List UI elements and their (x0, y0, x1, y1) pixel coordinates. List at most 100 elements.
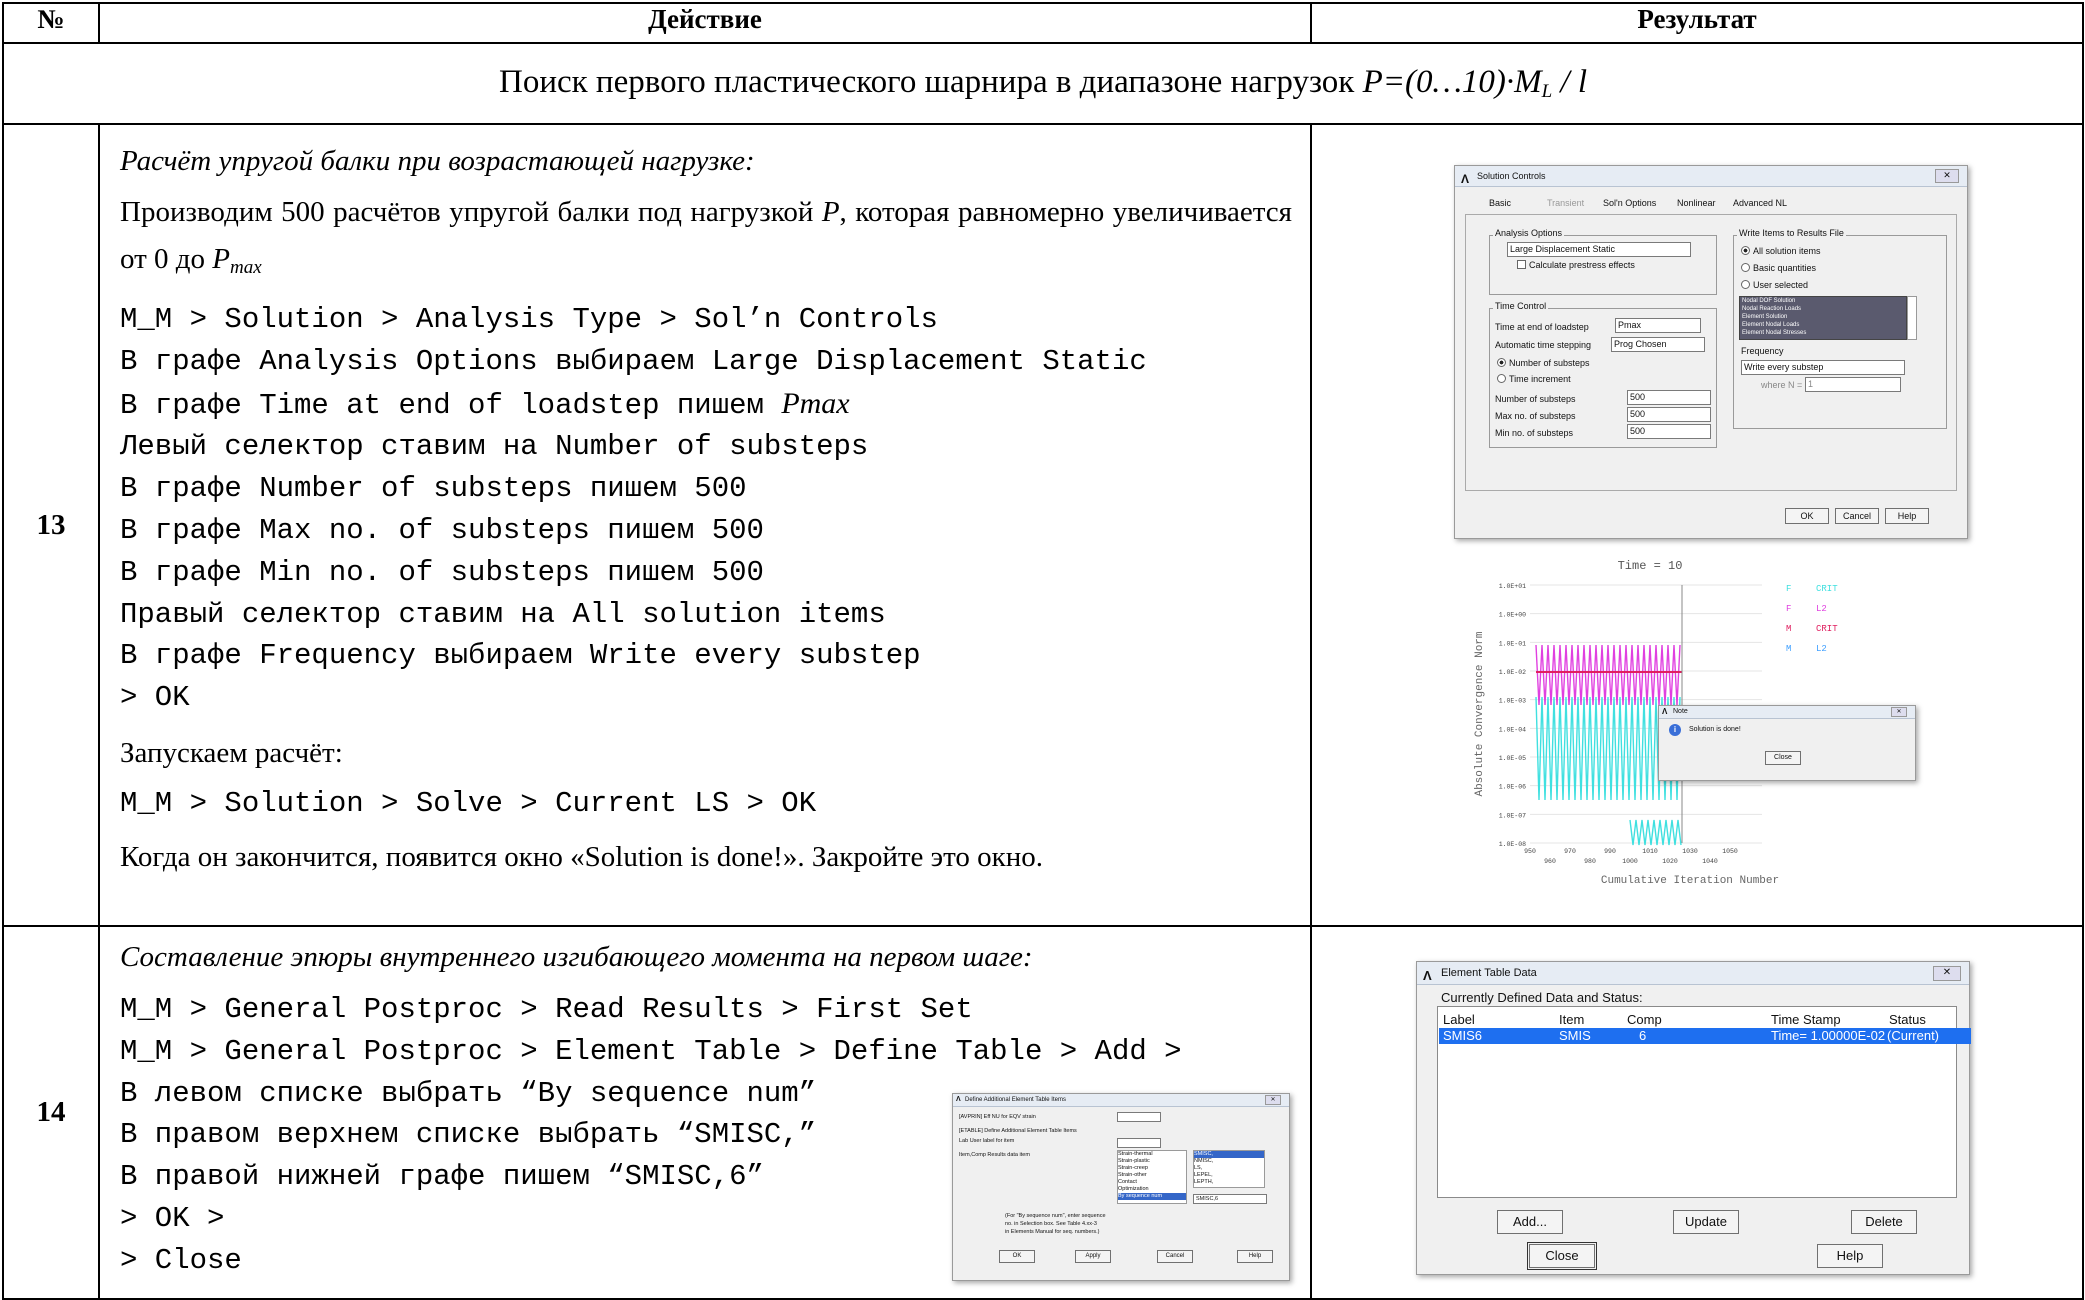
avprin-input[interactable] (1117, 1112, 1161, 1122)
list-item-selected[interactable]: By sequence num (1118, 1193, 1186, 1200)
y-axis-label: Absolute Convergence Norm (1474, 631, 1486, 796)
ok-button[interactable]: OK (999, 1250, 1035, 1263)
lab-label: Lab User label for item (959, 1138, 1015, 1144)
section-heading: Поиск первого пластического шарнира в ди… (2, 42, 2084, 125)
etable-label: [ETABLE] Define Additional Element Table… (959, 1128, 1077, 1134)
delete-button[interactable]: Delete (1851, 1210, 1917, 1234)
close-icon[interactable]: ✕ (1933, 966, 1961, 981)
x-tick-label: 1040 (1702, 858, 1718, 865)
list-item[interactable]: Element Solution (1740, 313, 1906, 321)
list-item-selected[interactable]: SMISC, (1194, 1151, 1264, 1158)
help-button[interactable]: Help (1817, 1244, 1883, 1268)
dialog-titlebar: Λ Define Additional Element Table Items ✕ (953, 1094, 1289, 1107)
ansys-logo-icon: Λ (1662, 707, 1668, 716)
help-button[interactable]: Help (1885, 508, 1929, 524)
list-item[interactable]: Strain-thermal (1118, 1151, 1186, 1158)
list-item[interactable]: Nodal DOF Solution (1740, 297, 1906, 305)
radio-basic[interactable]: Basic quantities (1741, 263, 1816, 273)
col-time-stamp: Time Stamp (1771, 1012, 1841, 1027)
close-icon[interactable]: ✕ (1891, 707, 1907, 717)
list-item[interactable]: Nodal Reaction Loads (1740, 305, 1906, 313)
lab-input[interactable] (1117, 1138, 1161, 1148)
step-line: В графе Min no. of substeps пишем 500 (120, 555, 764, 589)
list-scrollbar[interactable] (1907, 296, 1917, 340)
list-item[interactable]: NMISC, (1194, 1158, 1264, 1165)
auto-step-select[interactable]: Prog Chosen (1611, 337, 1705, 352)
list-item[interactable]: Contact (1118, 1179, 1186, 1186)
solution-done-note: Λ Note ✕ i Solution is done! Close (1658, 705, 1916, 781)
list-item[interactable]: Element Nodal Loads (1740, 321, 1906, 329)
min-substeps-input[interactable]: 500 (1627, 424, 1711, 439)
radio-all-items[interactable]: All solution items (1741, 246, 1821, 256)
list-item[interactable]: Optimization (1118, 1186, 1186, 1193)
comp-input[interactable]: SMISC,6 (1193, 1194, 1267, 1204)
analysis-options-label: Analysis Options (1493, 228, 1565, 238)
note-title: Note (1673, 708, 1688, 715)
results-items-list[interactable]: Nodal DOF Solution Nodal Reaction Loads … (1739, 296, 1907, 340)
list-item[interactable]: LEPEL, (1194, 1172, 1264, 1179)
x-tick-label: 1050 (1722, 848, 1738, 855)
radio-number-substeps[interactable]: Number of substeps (1497, 358, 1590, 368)
right-list[interactable]: SMISC, NMISC, LS, LEPEL, LEPTH, (1193, 1150, 1265, 1188)
help-button[interactable]: Help (1237, 1250, 1273, 1263)
prestress-checkbox[interactable]: Calculate prestress effects (1517, 260, 1635, 270)
tab-nonlinear[interactable]: Nonlinear (1677, 198, 1716, 208)
legend-label: CRIT (1816, 584, 1838, 594)
avprin-label: [AVPRIN] Eff NU for EQV strain (959, 1114, 1036, 1120)
cancel-button[interactable]: Cancel (1157, 1250, 1193, 1263)
update-button[interactable]: Update (1673, 1210, 1739, 1234)
close-icon[interactable]: ✕ (1935, 169, 1959, 183)
tab-soln-options[interactable]: Sol'n Options (1603, 198, 1656, 208)
note-titlebar: Λ Note ✕ (1659, 706, 1915, 719)
time-end-label: Time at end of loadstep (1495, 322, 1589, 332)
tab-transient[interactable]: Transient (1547, 198, 1584, 208)
col-status: Status (1889, 1012, 1926, 1027)
cell-item: SMIS (1559, 1028, 1591, 1043)
close-icon[interactable]: ✕ (1265, 1095, 1281, 1105)
y-tick-label: 1.0E+01 (1499, 583, 1526, 590)
n-input[interactable]: 1 (1805, 377, 1901, 392)
legend-label: L2 (1816, 604, 1827, 614)
x-tick-label: 1010 (1642, 848, 1658, 855)
step-line: > OK (120, 681, 190, 715)
tab-basic[interactable]: Basic (1489, 198, 1511, 208)
auto-step-label: Automatic time stepping (1495, 340, 1592, 350)
formula-sub: L (1541, 81, 1553, 102)
frequency-select[interactable]: Write every substep (1741, 360, 1905, 375)
list-item[interactable]: LS, (1194, 1165, 1264, 1172)
num-substeps-input[interactable]: 500 (1627, 390, 1711, 405)
list-item[interactable]: Strain-plastic (1118, 1158, 1186, 1165)
list-item[interactable]: LEPTH, (1194, 1179, 1264, 1186)
analysis-type-select[interactable]: Large Displacement Static (1507, 242, 1691, 257)
step-line: В графе Frequency выбираем Write every s… (120, 639, 921, 673)
radio-label: Basic quantities (1753, 263, 1817, 273)
col-item: Item (1559, 1012, 1585, 1027)
list-item[interactable]: Strain-creep (1118, 1165, 1186, 1172)
step-line: В графе Analysis Options выбираем Large … (120, 344, 1147, 378)
max-substeps-input[interactable]: 500 (1627, 407, 1711, 422)
add-button[interactable]: Add... (1497, 1210, 1563, 1234)
list-item[interactable]: Element Nodal Stresses (1740, 329, 1906, 337)
row-13-description: Производим 500 расчётов упругой балки по… (120, 189, 1292, 291)
step-line: Левый селектор ставим на Number of subst… (120, 430, 869, 464)
solve-path: M_M > Solution > Solve > Current LS > OK (120, 786, 817, 820)
desc-pmax: P (212, 243, 231, 275)
y-tick-label: 1.0E-01 (1499, 640, 1526, 647)
section-formula: P=(0…10)·ML / l (1363, 64, 1587, 102)
close-button[interactable]: Close (1527, 1242, 1597, 1270)
ok-button[interactable]: OK (1785, 508, 1829, 524)
left-list[interactable]: Strain-thermal Strain-plastic Strain-cre… (1117, 1150, 1187, 1204)
dialog-titlebar: Λ Solution Controls ✕ (1455, 166, 1967, 187)
list-item[interactable]: Strain-other (1118, 1172, 1186, 1179)
time-end-input[interactable]: Pmax (1615, 318, 1701, 333)
note-close-button[interactable]: Close (1765, 751, 1801, 765)
legend-label: L2 (1816, 644, 1827, 654)
apply-button[interactable]: Apply (1075, 1250, 1111, 1263)
tab-advanced-nl[interactable]: Advanced NL (1733, 198, 1787, 208)
radio-user-selected[interactable]: User selected (1741, 280, 1808, 290)
y-tick-label: 1.0E+00 (1499, 612, 1526, 619)
cell-status: (Current) (1887, 1028, 1940, 1043)
radio-time-increment[interactable]: Time increment (1497, 374, 1571, 384)
cancel-button[interactable]: Cancel (1835, 508, 1879, 524)
num-substeps-label: Number of substeps (1495, 394, 1576, 404)
